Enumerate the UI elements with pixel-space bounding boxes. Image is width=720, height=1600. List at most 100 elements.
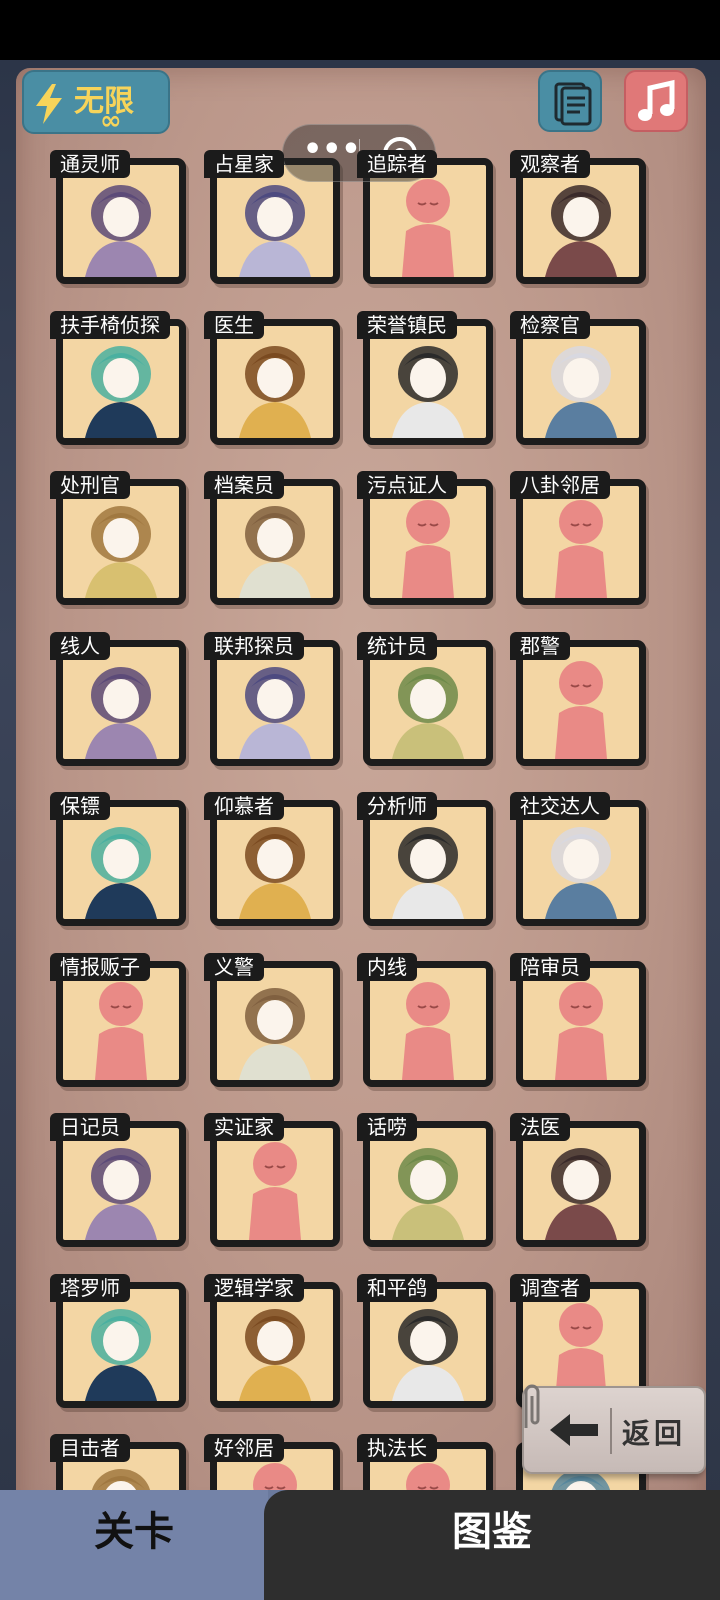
return-divider (610, 1408, 612, 1454)
stickman-figure-icon (95, 982, 147, 1080)
character-card[interactable]: 情报贩子 (50, 953, 186, 1087)
stickman-figure-icon (402, 500, 454, 598)
character-card[interactable]: 日记员 (50, 1113, 186, 1247)
stickman-figure-icon (555, 982, 607, 1080)
character-card[interactable]: 法医 (510, 1113, 646, 1247)
character-card[interactable]: 荣誉镇民 (357, 311, 493, 445)
character-name-label: 好邻居 (204, 1434, 284, 1462)
character-card[interactable]: 医生 (204, 311, 340, 445)
character-card[interactable]: 目击者 (50, 1434, 186, 1490)
character-card[interactable]: 仰慕者 (204, 792, 340, 926)
tab-levels-label: 关卡 (94, 1509, 174, 1555)
character-portrait-icon (239, 1309, 311, 1401)
character-name-label: 污点证人 (357, 471, 457, 499)
character-portrait-icon (545, 1148, 617, 1240)
character-card[interactable]: 社交达人 (510, 792, 646, 926)
character-card[interactable]: 塔罗师 (50, 1274, 186, 1408)
character-card[interactable]: 话唠 (357, 1113, 493, 1247)
character-grid: 通灵师 占星家 追踪者 观察者扶手椅侦探 医生 荣誉镇民 检察官处刑官 档案员 污点证人 八卦邻居… (0, 0, 720, 1490)
character-portrait-icon (85, 1309, 157, 1401)
character-card[interactable]: 郡警 (510, 632, 646, 766)
character-name-label: 话唠 (357, 1113, 417, 1141)
character-portrait-icon (239, 667, 311, 759)
character-portrait-icon (239, 346, 311, 438)
character-name-label: 义警 (204, 953, 264, 981)
character-name-label: 塔罗师 (50, 1274, 130, 1302)
character-portrait-icon (392, 667, 464, 759)
character-card[interactable]: 义警 (204, 953, 340, 1087)
character-card[interactable]: 实证家 (204, 1113, 340, 1247)
character-portrait-icon (545, 185, 617, 277)
character-name-label: 荣誉镇民 (357, 311, 457, 339)
character-portrait-icon (392, 1148, 464, 1240)
character-name-label: 保镖 (50, 792, 110, 820)
stickman-figure-icon (402, 982, 454, 1080)
character-card[interactable]: 档案员 (204, 471, 340, 605)
return-button[interactable]: 返回 (522, 1384, 706, 1474)
character-portrait-icon (392, 827, 464, 919)
character-portrait-icon (392, 1309, 464, 1401)
character-name-label: 医生 (204, 311, 264, 339)
character-portrait-icon (239, 827, 311, 919)
character-card[interactable]: 检察官 (510, 311, 646, 445)
paperclip-icon (524, 1384, 540, 1428)
character-portrait-icon (85, 185, 157, 277)
character-name-label: 郡警 (510, 632, 570, 660)
character-card[interactable]: 分析师 (357, 792, 493, 926)
character-card[interactable]: 执法长 (357, 1434, 493, 1490)
character-name-label: 内线 (357, 953, 417, 981)
character-portrait-icon (545, 346, 617, 438)
character-card[interactable]: 统计员 (357, 632, 493, 766)
character-card[interactable]: 扶手椅侦探 (50, 311, 186, 445)
character-card[interactable]: 联邦探员 (204, 632, 340, 766)
character-card[interactable]: 线人 (50, 632, 186, 766)
character-card[interactable]: 污点证人 (357, 471, 493, 605)
character-name-label: 执法长 (357, 1434, 437, 1462)
character-name-label: 日记员 (50, 1113, 130, 1141)
character-portrait-icon (392, 346, 464, 438)
character-portrait-icon (85, 667, 157, 759)
character-name-label: 逻辑学家 (204, 1274, 304, 1302)
tab-levels[interactable]: 关卡 (0, 1490, 268, 1600)
character-name-label: 占星家 (204, 150, 284, 178)
character-card[interactable]: 追踪者 (357, 150, 493, 284)
bottom-tab-bar: 关卡 图鉴 (0, 1490, 720, 1600)
return-label: 返回 (622, 1417, 687, 1450)
character-name-label: 线人 (50, 632, 110, 660)
character-name-label: 扶手椅侦探 (50, 311, 170, 339)
character-portrait-icon (239, 988, 311, 1080)
character-card[interactable]: 保镖 (50, 792, 186, 926)
character-name-label: 情报贩子 (50, 953, 150, 981)
character-card[interactable]: 通灵师 (50, 150, 186, 284)
character-name-label: 档案员 (204, 471, 284, 499)
character-name-label: 仰慕者 (204, 792, 284, 820)
character-card[interactable]: 和平鸽 (357, 1274, 493, 1408)
character-name-label: 处刑官 (50, 471, 130, 499)
character-name-label: 实证家 (204, 1113, 284, 1141)
character-portrait-icon (85, 506, 157, 598)
character-card[interactable]: 逻辑学家 (204, 1274, 340, 1408)
character-portrait-icon (239, 506, 311, 598)
stickman-figure-icon (555, 661, 607, 759)
character-name-label: 检察官 (510, 311, 590, 339)
character-card[interactable]: 好邻居 (204, 1434, 340, 1490)
arrow-left-icon (550, 1414, 598, 1446)
character-name-label: 和平鸽 (357, 1274, 437, 1302)
character-name-label: 八卦邻居 (510, 471, 610, 499)
more-icon[interactable]: ••• (303, 135, 361, 171)
character-name-label: 联邦探员 (204, 632, 304, 660)
character-portrait-icon (85, 346, 157, 438)
character-name-label: 社交达人 (510, 792, 610, 820)
tab-atlas[interactable]: 图鉴 (264, 1490, 720, 1600)
character-card[interactable]: 观察者 (510, 150, 646, 284)
character-name-label: 调查者 (510, 1274, 590, 1302)
character-card[interactable]: 八卦邻居 (510, 471, 646, 605)
character-portrait-icon (85, 1148, 157, 1240)
character-name-label: 观察者 (510, 150, 590, 178)
character-portrait-icon (85, 827, 157, 919)
character-card[interactable]: 内线 (357, 953, 493, 1087)
character-name-label: 分析师 (357, 792, 437, 820)
character-card[interactable]: 陪审员 (510, 953, 646, 1087)
character-card[interactable]: 处刑官 (50, 471, 186, 605)
character-name-label: 通灵师 (50, 150, 130, 178)
